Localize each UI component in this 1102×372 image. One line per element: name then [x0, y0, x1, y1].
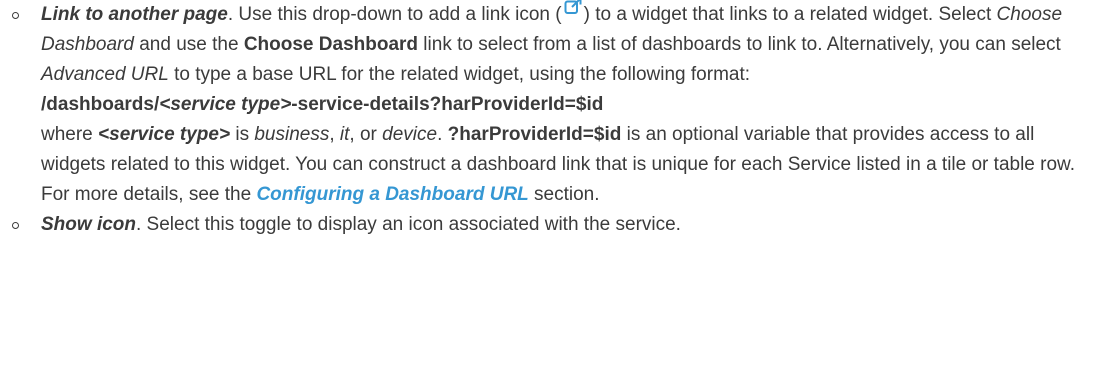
text-run: is: [230, 124, 255, 145]
text-run: ,: [329, 124, 340, 145]
list-item-body: Show icon. Select this toggle to display…: [41, 210, 1102, 240]
hollow-bullet-icon: [12, 12, 19, 19]
text-run-italic: Advanced URL: [41, 64, 169, 85]
text-run: .: [437, 124, 448, 145]
text-run: link to select from a list of dashboards…: [418, 34, 1061, 55]
text-run-bold-italic: <service type>: [98, 124, 231, 145]
text-run-italic: it: [339, 124, 350, 145]
list-item-show-icon: Show icon. Select this toggle to display…: [0, 210, 1102, 240]
url-format: /dashboards/<service type>-service-detai…: [41, 90, 1091, 120]
documentation-page: Link to another page. Use this drop-down…: [0, 0, 1102, 372]
url-format-prefix: /dashboards/: [41, 94, 160, 115]
option-term: Link to another page: [41, 4, 228, 25]
text-run: where: [41, 124, 99, 145]
option-list: Link to another page. Use this drop-down…: [0, 0, 1102, 240]
text-run-italic: business: [254, 124, 330, 145]
list-item-link-to-another-page: Link to another page. Use this drop-down…: [0, 0, 1102, 210]
configuring-dashboard-url-link[interactable]: Configuring a Dashboard URL: [256, 184, 528, 205]
text-run: . Select this toggle to display an icon …: [136, 214, 681, 235]
url-format-placeholder: <service type>: [159, 94, 292, 115]
text-run: ) to a widget that links to a related wi…: [583, 4, 997, 25]
url-format-suffix: -service-details?harProviderId=$id: [291, 94, 604, 115]
text-run: section.: [528, 184, 600, 205]
text-run: . Use this drop-down to add a link icon …: [227, 4, 562, 25]
text-run-italic: device: [382, 124, 438, 145]
external-link-icon: [564, 0, 582, 14]
text-run: to type a base URL for the related widge…: [168, 64, 751, 85]
option-term: Show icon: [41, 214, 136, 235]
ui-label-choose-dashboard: Choose Dashboard: [243, 34, 419, 55]
text-run: and use the: [133, 34, 244, 55]
list-item-body: Link to another page. Use this drop-down…: [41, 0, 1091, 210]
hollow-bullet-icon: [12, 222, 19, 229]
text-run: , or: [349, 124, 383, 145]
text-run-bold: ?harProviderId=$id: [447, 124, 622, 145]
